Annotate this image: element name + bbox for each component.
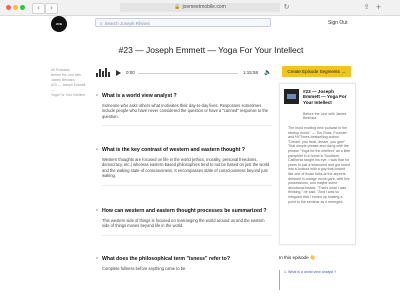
volume-icon[interactable]: 🔈	[264, 69, 271, 76]
qa-item: What does the philosophical term "isness…	[96, 256, 272, 271]
sign-out-link[interactable]: Sign Out	[328, 20, 347, 26]
in-this-episode-label: In this episode	[279, 255, 309, 260]
qa-item: What is a world view analyst ? Someone w…	[96, 93, 272, 127]
url-text: joemeetmobile.com	[182, 4, 226, 10]
answer-text: Complete fullness before anything came t…	[102, 266, 187, 271]
create-segments-button[interactable]: Create Episode Segments →	[282, 66, 351, 77]
forward-button[interactable]: ›	[45, 3, 58, 14]
play-icon[interactable]	[116, 70, 121, 76]
reload-icon[interactable]: ↻	[282, 3, 291, 12]
episode-card: #23 — Joseph Emmett — Yoga For Your Inte…	[279, 83, 356, 245]
card-title: #23 — Joseph Emmett — Yoga For Your Inte…	[303, 89, 347, 105]
total-time: 1:15:58	[243, 70, 259, 75]
search-icon: ⌕	[100, 21, 103, 26]
qa-item: What is the key contrast of western and …	[96, 147, 272, 186]
breadcrumb-item: #23 — Joseph Emmett —	[51, 83, 86, 92]
browser-window: ‹ › 🔒 joemeetmobile.com ↻ ⇪ + JOE ROGAN ⌕…	[0, 0, 400, 300]
divider	[102, 234, 272, 236]
breadcrumb-item: Yoga For Your Intellect	[51, 93, 85, 97]
question-heading[interactable]: What is the key contrast of western and …	[96, 147, 272, 153]
divider	[102, 125, 272, 127]
answer-text: Someone who asks others what motivates t…	[102, 103, 269, 119]
search-input[interactable]: ⌕ Search Joseph Rhines	[95, 18, 271, 27]
divider	[102, 184, 272, 186]
answer-text: This western side of things is focused o…	[102, 218, 265, 229]
browser-toolbar: ‹ › 🔒 joemeetmobile.com ↻ ⇪ +	[0, 0, 400, 16]
site-logo[interactable]: JOE ROGAN	[51, 16, 67, 42]
current-time: 0:00	[126, 70, 135, 75]
maximize-window-button[interactable]	[20, 5, 25, 10]
share-icon[interactable]: ⇪	[362, 3, 371, 12]
search-placeholder: Search Joseph Rhines	[104, 21, 150, 26]
qa-item: How can western and eastern thought proc…	[96, 208, 272, 236]
waveform-icon	[96, 68, 112, 78]
address-bar[interactable]: 🔒 joemeetmobile.com	[120, 3, 280, 12]
question-heading[interactable]: What does the philosophical term "isness…	[96, 256, 272, 262]
audio-player: 0:00 1:15:58 🔈	[96, 68, 274, 78]
back-button[interactable]: ‹	[32, 3, 45, 14]
breadcrumb: All Podcasts Before the Line with James …	[51, 68, 87, 98]
close-window-button[interactable]	[6, 5, 11, 10]
page-title: #23 — Joseph Emmett — Yoga For Your Inte…	[118, 45, 304, 55]
lock-icon: 🔒	[174, 4, 181, 10]
in-this-episode-heading: In this episode 👋	[279, 255, 354, 261]
episode-outline-item[interactable]: 1. What is a world view analyst ?	[279, 270, 351, 290]
waving-hand-icon: 👋	[309, 256, 316, 261]
card-description: The most exciting new podcast in the sta…	[288, 126, 351, 204]
episode-thumbnail	[284, 89, 299, 104]
progress-slider[interactable]	[138, 73, 238, 74]
minimize-window-button[interactable]	[13, 5, 18, 10]
question-heading[interactable]: What is a world view analyst ?	[96, 93, 272, 99]
answer-text: Western thoughts are focused on life in …	[102, 157, 270, 179]
question-heading[interactable]: How can western and eastern thought proc…	[96, 208, 272, 214]
new-tab-icon[interactable]: +	[374, 3, 383, 12]
card-subtitle: Before the Line with James Beshara	[303, 112, 347, 121]
